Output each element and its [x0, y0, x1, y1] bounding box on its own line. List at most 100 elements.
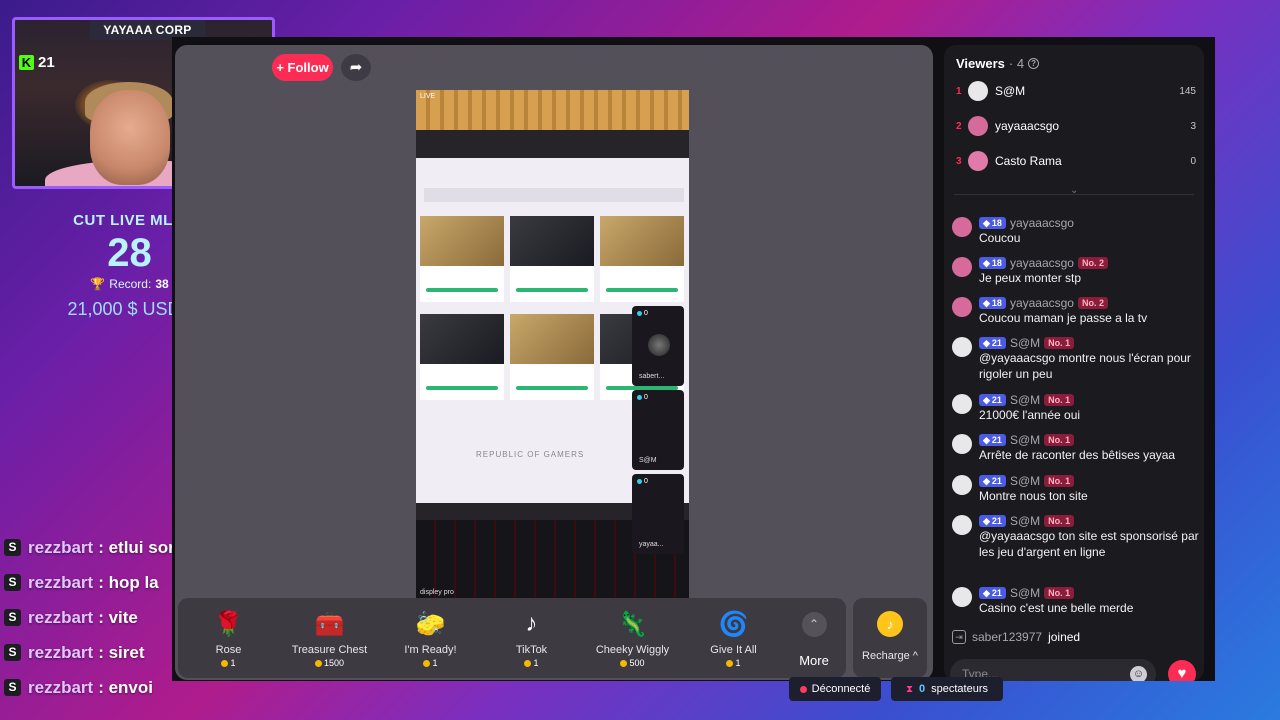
chat-message: ◆ 21 S@M No. 1 @yayaaacsgo montre nous l'é… [952, 336, 1200, 382]
gift-tiktok[interactable]: ♪ TikTok 1 [481, 598, 582, 678]
level-badge: ◆ 18 [979, 257, 1006, 269]
rank-badge: No. 1 [1044, 434, 1075, 446]
chat-message: ◆ 18 yayaaacsgo Coucou [952, 216, 1200, 246]
viewer-row[interactable]: 3 Casto Rama 0 [956, 149, 1196, 173]
chat-text: Coucou maman je passe a la tv [979, 311, 1148, 325]
website-card [510, 216, 594, 302]
chevron-up-icon: ⌃ [801, 612, 827, 637]
recharge-label: Recharge ^ [862, 650, 918, 662]
guest-dot-icon [637, 311, 642, 316]
viewer-row[interactable]: 2 yayaaacsgo 3 [956, 114, 1196, 138]
chat-username[interactable]: S@M [1010, 514, 1040, 528]
chat-avatar[interactable] [952, 515, 972, 535]
chat-username[interactable]: yayaaacsgo [1010, 256, 1074, 270]
viewer-avatar [968, 81, 988, 101]
level-badge: ◆ 21 [979, 337, 1006, 349]
chat-avatar[interactable] [952, 434, 972, 454]
viewer-avatar [968, 151, 988, 171]
share-arrow-icon[interactable]: ➦ [341, 54, 371, 81]
guest-count: 0 [637, 310, 648, 317]
more-gifts-button[interactable]: ⌃ More [784, 598, 844, 678]
chat-username[interactable]: S@M [1010, 336, 1040, 350]
chat-username[interactable]: S@M [1010, 393, 1040, 407]
chat-message: ◆ 21 S@M No. 1 21000€ l'année oui [952, 393, 1200, 423]
overlay-chat-user: rezzbart [28, 677, 94, 697]
chat-text: Arrête de raconter des bêtises yayaa [979, 448, 1176, 462]
chat-text: @yayaaacsgo montre nous l'écran pour rig… [979, 351, 1191, 381]
overlay-chat-user: rezzbart [28, 642, 94, 662]
viewer-score: 3 [1190, 120, 1196, 132]
rank-badge: No. 1 [1044, 587, 1075, 599]
connection-status: Déconnecté [789, 677, 881, 701]
gift-rose[interactable]: 🌹 Rose 1 [178, 598, 279, 678]
gift-name: TikTok [515, 644, 548, 656]
rank-badge: No. 1 [1044, 337, 1075, 349]
website-card [420, 314, 504, 400]
follow-button[interactable]: + Follow [272, 54, 333, 81]
gift-give-it-all[interactable]: 🌀 Give It All 1 [683, 598, 784, 678]
emoji-icon[interactable]: ☺ [1130, 666, 1147, 681]
heart-icon[interactable]: ♥ [1168, 660, 1196, 681]
joined-username[interactable]: saber123977 [972, 630, 1042, 644]
chat-avatar[interactable] [952, 297, 972, 317]
website-card [600, 216, 684, 302]
chat-message: ◆ 18 yayaaacsgo No. 2 Je peux monter stp [952, 256, 1200, 286]
kick-count: 21 [38, 54, 55, 71]
chat-avatar[interactable] [952, 475, 972, 495]
guest-tile[interactable]: 0 sabert... [632, 306, 684, 386]
chat-avatar[interactable] [952, 587, 972, 607]
recharge-button[interactable]: ♪ Recharge ^ [853, 598, 927, 678]
chat-avatar[interactable] [952, 257, 972, 277]
coin-icon [726, 659, 734, 667]
chat-username[interactable]: S@M [1010, 586, 1040, 600]
chat-avatar[interactable] [952, 337, 972, 357]
chat-username[interactable]: S@M [1010, 474, 1040, 488]
chat-avatar[interactable] [952, 217, 972, 237]
chevron-down-icon[interactable]: ⌄ [1070, 185, 1078, 196]
rank-badge: No. 1 [1044, 515, 1075, 527]
viewer-row[interactable]: 1 S@M 145 [956, 79, 1196, 103]
guest-tile[interactable]: 0 S@M [632, 390, 684, 470]
level-badge: ◆ 21 [979, 394, 1006, 406]
record-label: Record: [109, 277, 152, 291]
streamer-face [90, 90, 170, 185]
record-value: 38 [155, 277, 169, 291]
enter-icon: ⇥ [952, 630, 966, 644]
viewer-rank: 1 [956, 85, 962, 97]
chat-username[interactable]: yayaaacsgo [1010, 296, 1074, 310]
gift-im-ready[interactable]: 🧽 I'm Ready! 1 [380, 598, 481, 678]
rank-badge: No. 1 [1044, 475, 1075, 487]
gift-price: 1 [726, 658, 741, 668]
coin-icon [620, 659, 628, 667]
guest-count: 0 [637, 394, 648, 401]
chat-text: Montre nous ton site [979, 489, 1088, 503]
viewer-rank: 3 [956, 155, 962, 167]
guest-tile[interactable]: 0 yayaa... [632, 474, 684, 554]
rose-icon: 🌹 [213, 610, 244, 638]
gift-treasure-chest[interactable]: 🧰 Treasure Chest 1500 [279, 598, 380, 678]
chat-message: ◆ 21 S@M No. 1 Casino c'est une belle merd… [952, 586, 1200, 616]
guest-dot-icon [637, 395, 642, 400]
viewers-title: Viewers [956, 56, 1005, 71]
gift-price: 1500 [314, 658, 344, 668]
spectators-count: 0 [919, 683, 926, 695]
website-card [420, 216, 504, 302]
level-badge: ◆ 21 [979, 434, 1006, 446]
level-badge: ◆ 21 [979, 475, 1006, 487]
chat-username[interactable]: yayaaacsgo [1010, 216, 1074, 230]
chat-username[interactable]: S@M [1010, 433, 1040, 447]
rank-badge: No. 2 [1077, 297, 1108, 309]
gift-cheeky-wiggly[interactable]: 🦎 Cheeky Wiggly 500 [582, 598, 683, 678]
video-wall [416, 90, 689, 135]
gift-name: Treasure Chest [291, 644, 368, 656]
chat-text: Je peux monter stp [979, 271, 1082, 285]
overlay-chat-user: rezzbart [28, 572, 94, 592]
lizard-icon: 🦎 [617, 610, 648, 638]
gift-price: 1 [221, 658, 236, 668]
guest-name: yayaa... [639, 541, 664, 548]
level-badge: ◆ 21 [979, 515, 1006, 527]
help-icon[interactable]: ? [1028, 58, 1040, 69]
chat-text: 21000€ l'année oui [979, 408, 1081, 422]
chat-text: Casino c'est une belle merde [979, 601, 1134, 615]
chat-avatar[interactable] [952, 394, 972, 414]
